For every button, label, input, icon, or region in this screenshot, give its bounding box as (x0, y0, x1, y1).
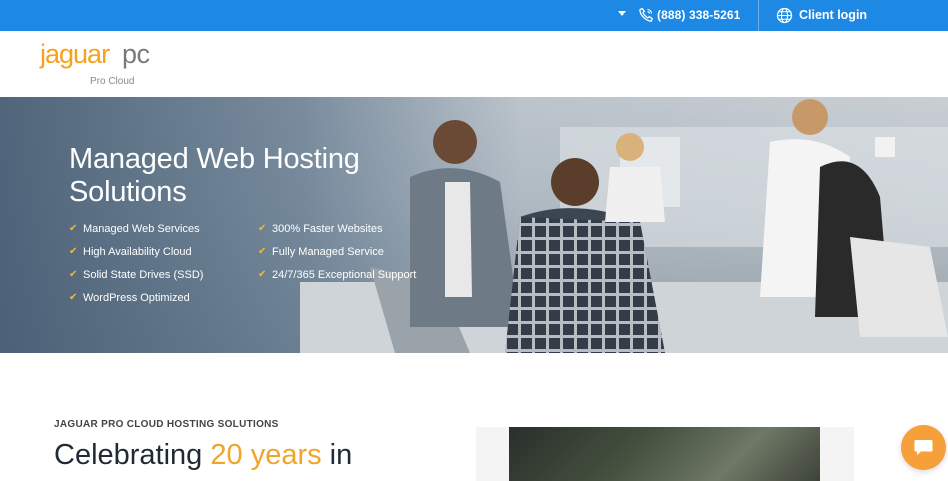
feature-item: ✔ High Availability Cloud (69, 246, 192, 258)
check-icon: ✔ (258, 269, 267, 280)
chat-launcher-button[interactable] (901, 425, 946, 470)
check-icon: ✔ (258, 223, 267, 234)
section-photo (509, 427, 820, 481)
hero-banner: Managed Web Hosting Solutions ✔ Managed W… (0, 97, 948, 353)
site-header: jaguar pc Pro Cloud (0, 31, 948, 97)
logo-brand-secondary: pc (122, 39, 150, 69)
check-icon: ✔ (69, 292, 78, 303)
feature-item: ✔ 300% Faster Websites (258, 223, 383, 235)
phone-icon (639, 7, 653, 22)
top-bar: (888) 338-5261 Client login (0, 0, 948, 31)
jaguarpc-logo[interactable]: jaguar pc Pro Cloud (40, 39, 170, 91)
feature-item: ✔ WordPress Optimized (69, 292, 190, 304)
feature-item: ✔ 24/7/365 Exceptional Support (258, 269, 417, 281)
phone-number[interactable]: (888) 338-5261 (657, 8, 740, 22)
feature-item: ✔ Fully Managed Service (258, 246, 384, 258)
topbar-divider (758, 0, 759, 31)
hero-title: Managed Web Hosting Solutions (69, 143, 360, 208)
feature-item: ✔ Managed Web Services (69, 223, 200, 235)
hero-features-right: ✔ 300% Faster Websites ✔ Fully Managed Ser… (258, 221, 416, 290)
check-icon: ✔ (69, 269, 78, 280)
client-login-link[interactable]: Client login (799, 8, 867, 22)
hero-features-left: ✔ Managed Web Services ✔ High Availability… (69, 221, 203, 313)
feature-item: ✔ Solid State Drives (SSD) (69, 269, 204, 281)
section-eyebrow: JAGUAR PRO CLOUD HOSTING SOLUTIONS (54, 419, 279, 430)
chat-icon (914, 440, 933, 455)
section-heading: Celebrating 20 years in (54, 439, 353, 471)
logo-brand-primary: jaguar (40, 39, 110, 69)
caret-down-icon[interactable] (618, 11, 626, 16)
check-icon: ✔ (258, 246, 267, 257)
logo-tagline: Pro Cloud (90, 76, 135, 87)
check-icon: ✔ (69, 246, 78, 257)
globe-icon (776, 7, 793, 24)
check-icon: ✔ (69, 223, 78, 234)
section-media (476, 427, 854, 481)
